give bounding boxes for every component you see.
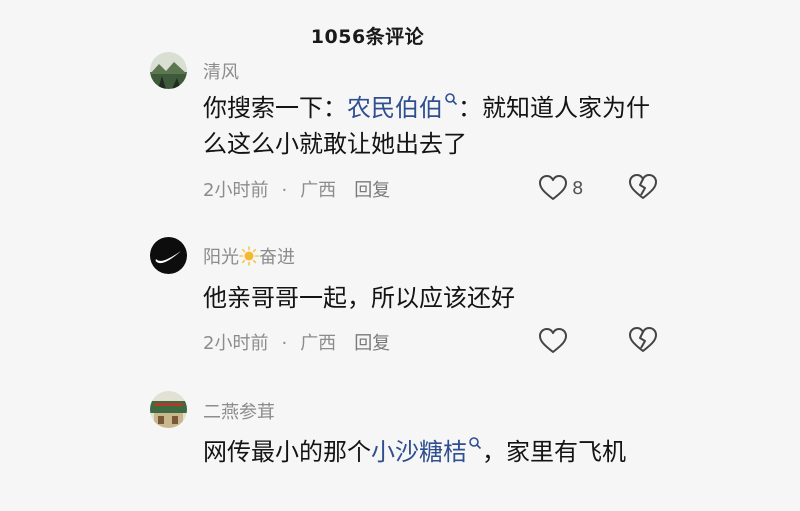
user-avatar[interactable] [150, 237, 187, 274]
like-button[interactable] [538, 326, 568, 356]
swoosh-avatar-icon [150, 237, 187, 274]
user-avatar[interactable] [150, 52, 187, 89]
username[interactable]: 二燕参茸 [203, 398, 275, 424]
username-part: 奋进 [259, 247, 295, 268]
timestamp: 2小时前 [203, 333, 269, 354]
reply-button[interactable]: 回复 [354, 329, 390, 355]
comment-count-title: 1056条评论 [310, 26, 425, 48]
search-link-label: 农民伯伯 [347, 94, 443, 122]
comment-text-part: 网传最小的那个 [203, 438, 371, 466]
broken-heart-icon [629, 327, 657, 352]
search-link[interactable]: 小沙糖桔 [371, 437, 482, 466]
user-avatar[interactable] [150, 391, 187, 428]
comment-text: 网传最小的那个小沙糖桔 ，家里有飞机 [203, 434, 673, 470]
username[interactable]: 阳光 奋进 [203, 243, 295, 269]
dislike-button[interactable] [628, 173, 658, 203]
timestamp: 2小时前 [203, 180, 269, 201]
comment-text: 你搜索一下：农民伯伯 ：就知道人家为什么这么小就敢让她出去了 [203, 90, 673, 162]
heart-outline-icon [539, 175, 567, 200]
like-count: 8 [572, 177, 584, 199]
comment-meta: 2小时前 · 广西 回复 [203, 329, 390, 355]
comments-panel: 1056条评论 清风 你搜索一下：农民伯伯 ：就知道人家为什么这么小就敢让她出去了… [0, 0, 800, 511]
search-icon [445, 93, 458, 106]
heart-outline-icon [539, 328, 567, 353]
landscape-avatar-icon [150, 52, 187, 89]
username[interactable]: 清风 [203, 58, 239, 84]
comment-meta: 2小时前 · 广西 回复 [203, 176, 390, 202]
search-link-label: 小沙糖桔 [371, 438, 467, 466]
dislike-button[interactable] [628, 326, 658, 356]
comment-text-part: 你搜索一下： [203, 94, 347, 122]
broken-heart-icon [629, 174, 657, 199]
separator-dot: · [281, 333, 288, 354]
separator-dot: · [281, 180, 288, 201]
reply-button[interactable]: 回复 [354, 176, 390, 202]
username-part: 阳光 [203, 247, 239, 268]
comment-text: 他亲哥哥一起，所以应该还好 [203, 284, 515, 312]
shop-avatar-icon [150, 391, 187, 428]
location: 广西 [300, 180, 337, 201]
comment-text-part: ，家里有飞机 [482, 438, 626, 466]
search-link[interactable]: 农民伯伯 [347, 93, 458, 122]
like-button[interactable]: 8 [538, 173, 583, 203]
search-icon [469, 437, 482, 450]
sun-icon [239, 246, 259, 266]
location: 广西 [300, 333, 337, 354]
